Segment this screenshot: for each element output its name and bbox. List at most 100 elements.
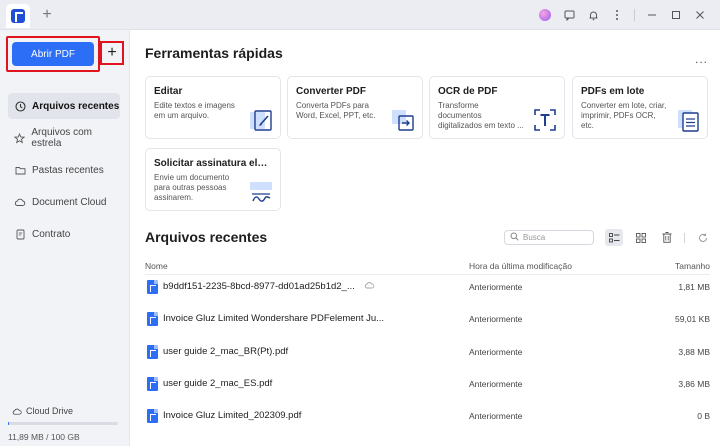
search-input[interactable]: Busca — [504, 230, 594, 245]
trash-icon — [662, 232, 672, 243]
sidebar-item-contract[interactable]: Contrato — [8, 221, 120, 247]
notification-button[interactable] — [581, 7, 605, 23]
clock-icon — [14, 100, 26, 112]
avatar-icon — [539, 9, 551, 21]
tool-card-desc: Converta PDFs para Word, Excel, PPT, etc… — [296, 101, 376, 120]
maximize-icon — [672, 11, 680, 19]
file-name: user guide 2_mac_ES.pdf — [163, 378, 273, 389]
sidebar-item-label: Document Cloud — [32, 196, 107, 208]
cloud-drive-link[interactable]: Cloud Drive — [12, 405, 73, 417]
sidebar-item-recent-files[interactable]: Arquivos recentes — [8, 93, 120, 119]
refresh-button[interactable] — [694, 229, 712, 246]
edit-icon — [250, 110, 272, 131]
sidebar-item-recent-folders[interactable]: Pastas recentes — [8, 157, 120, 183]
more-options-button[interactable]: ... — [695, 52, 708, 66]
sidebar-nav: Arquivos recentes Arquivos com estrela P… — [8, 93, 120, 253]
sidebar-item-starred-files[interactable]: Arquivos com estrela — [8, 125, 120, 151]
pdf-file-icon — [147, 377, 158, 391]
file-name: Invoice Gluz Limited_202309.pdf — [163, 410, 302, 421]
cloud-drive-icon — [12, 405, 22, 417]
table-row[interactable]: user guide 2_mac_BR(Pt).pdf Anteriorment… — [145, 339, 710, 367]
main-panel: Ferramentas rápidas ... Editar Edite tex… — [131, 30, 720, 446]
grid-view-icon — [636, 232, 646, 243]
ocr-icon — [534, 109, 556, 131]
grid-view-button[interactable] — [632, 229, 650, 246]
file-size: 1,81 MB — [678, 282, 710, 292]
table-row[interactable]: user guide 2_mac_ES.pdf Anteriormente 3,… — [145, 371, 710, 399]
file-modified: Anteriormente — [469, 379, 523, 389]
tool-card-title: PDFs em lote — [581, 86, 645, 97]
file-name: b9ddf151-2235-8bcd-8977-dd01ad25b1d2_... — [163, 281, 355, 292]
table-row[interactable]: Invoice Gluz Limited Wondershare PDFelem… — [145, 306, 710, 334]
cloud-drive-label: Cloud Drive — [26, 406, 74, 416]
star-icon — [14, 132, 26, 144]
avatar[interactable] — [533, 7, 557, 23]
tool-card-title: Solicitar assinatura eletrô... — [154, 158, 272, 169]
storage-text: 11,89 MB / 100 GB — [8, 432, 80, 442]
sidebar-item-label: Pastas recentes — [32, 164, 104, 176]
tool-card-convert[interactable]: Converter PDF Converta PDFs para Word, E… — [287, 76, 423, 139]
pdf-file-icon — [147, 345, 158, 359]
tool-card-title: Converter PDF — [296, 86, 367, 97]
maximize-button[interactable] — [664, 7, 688, 23]
signature-icon — [250, 182, 272, 202]
file-name: Invoice Gluz Limited Wondershare PDFelem… — [163, 313, 385, 324]
menu-icon — [616, 10, 618, 20]
close-button[interactable] — [688, 7, 712, 23]
app-tab[interactable] — [6, 4, 30, 28]
title-bar: + — [0, 0, 720, 30]
window-separator — [634, 9, 635, 21]
table-row[interactable]: b9ddf151-2235-8bcd-8977-dd01ad25b1d2_...… — [145, 274, 710, 302]
minimize-icon — [648, 14, 656, 16]
sidebar-item-document-cloud[interactable]: Document Cloud — [8, 189, 120, 215]
cloud-icon — [14, 196, 26, 208]
sidebar-item-label: Arquivos com estrela — [31, 127, 92, 149]
tool-card-edit[interactable]: Editar Edite textos e imagens em um arqu… — [145, 76, 281, 139]
file-modified: Anteriormente — [469, 411, 523, 421]
pdf-file-icon — [147, 409, 158, 423]
sidebar-item-label: Arquivos recentes — [32, 100, 120, 112]
file-size: 3,88 MB — [678, 347, 710, 357]
menu-button[interactable] — [605, 7, 629, 23]
open-pdf-highlight: Abrir PDF — [6, 36, 100, 72]
storage-bar — [8, 422, 118, 425]
search-placeholder: Busca — [523, 233, 546, 242]
tool-card-title: OCR de PDF — [438, 86, 498, 97]
tool-card-batch[interactable]: PDFs em lote Converter em lote, criar, i… — [572, 76, 708, 139]
new-tab-button[interactable]: + — [38, 6, 56, 24]
tool-card-title: Editar — [154, 86, 183, 97]
bell-icon — [589, 11, 597, 20]
file-size: 3,86 MB — [678, 379, 710, 389]
column-header-name[interactable]: Nome — [145, 261, 168, 271]
delete-button[interactable] — [658, 229, 676, 246]
file-modified: Anteriormente — [469, 314, 523, 324]
pdf-file-icon — [147, 280, 158, 294]
toolbar-separator — [684, 233, 685, 243]
cloud-sync-icon — [364, 281, 375, 291]
feedback-icon — [564, 10, 574, 21]
tool-card-desc: Transforme documentos digitalizados em t… — [438, 101, 524, 130]
file-size: 59,01 KB — [675, 314, 710, 324]
file-name: user guide 2_mac_BR(Pt).pdf — [163, 346, 289, 357]
minimize-button[interactable] — [640, 7, 664, 23]
column-header-modified[interactable]: Hora da última modificação — [469, 261, 572, 271]
column-header-size[interactable]: Tamanho — [675, 261, 710, 271]
list-view-button[interactable] — [605, 229, 623, 246]
table-row[interactable]: Invoice Gluz Limited_202309.pdf Anterior… — [145, 403, 710, 431]
feedback-button[interactable] — [557, 7, 581, 23]
tool-card-signature[interactable]: Solicitar assinatura eletrô... Envie um … — [145, 148, 281, 211]
file-modified: Anteriormente — [469, 282, 523, 292]
batch-icon — [678, 110, 699, 132]
storage-fill — [8, 422, 10, 425]
quick-tools-title: Ferramentas rápidas — [145, 45, 283, 61]
pdf-file-icon — [147, 312, 158, 326]
open-pdf-button[interactable]: Abrir PDF — [12, 42, 94, 66]
file-modified: Anteriormente — [469, 347, 523, 357]
window-controls — [533, 7, 712, 23]
add-button[interactable]: + — [100, 41, 124, 65]
convert-icon — [392, 110, 414, 131]
search-icon — [510, 232, 519, 243]
tool-card-ocr[interactable]: OCR de PDF Transforme documentos digital… — [429, 76, 565, 139]
tool-card-desc: Envie um documento para outras pessoas a… — [154, 173, 230, 202]
close-icon — [696, 11, 704, 19]
